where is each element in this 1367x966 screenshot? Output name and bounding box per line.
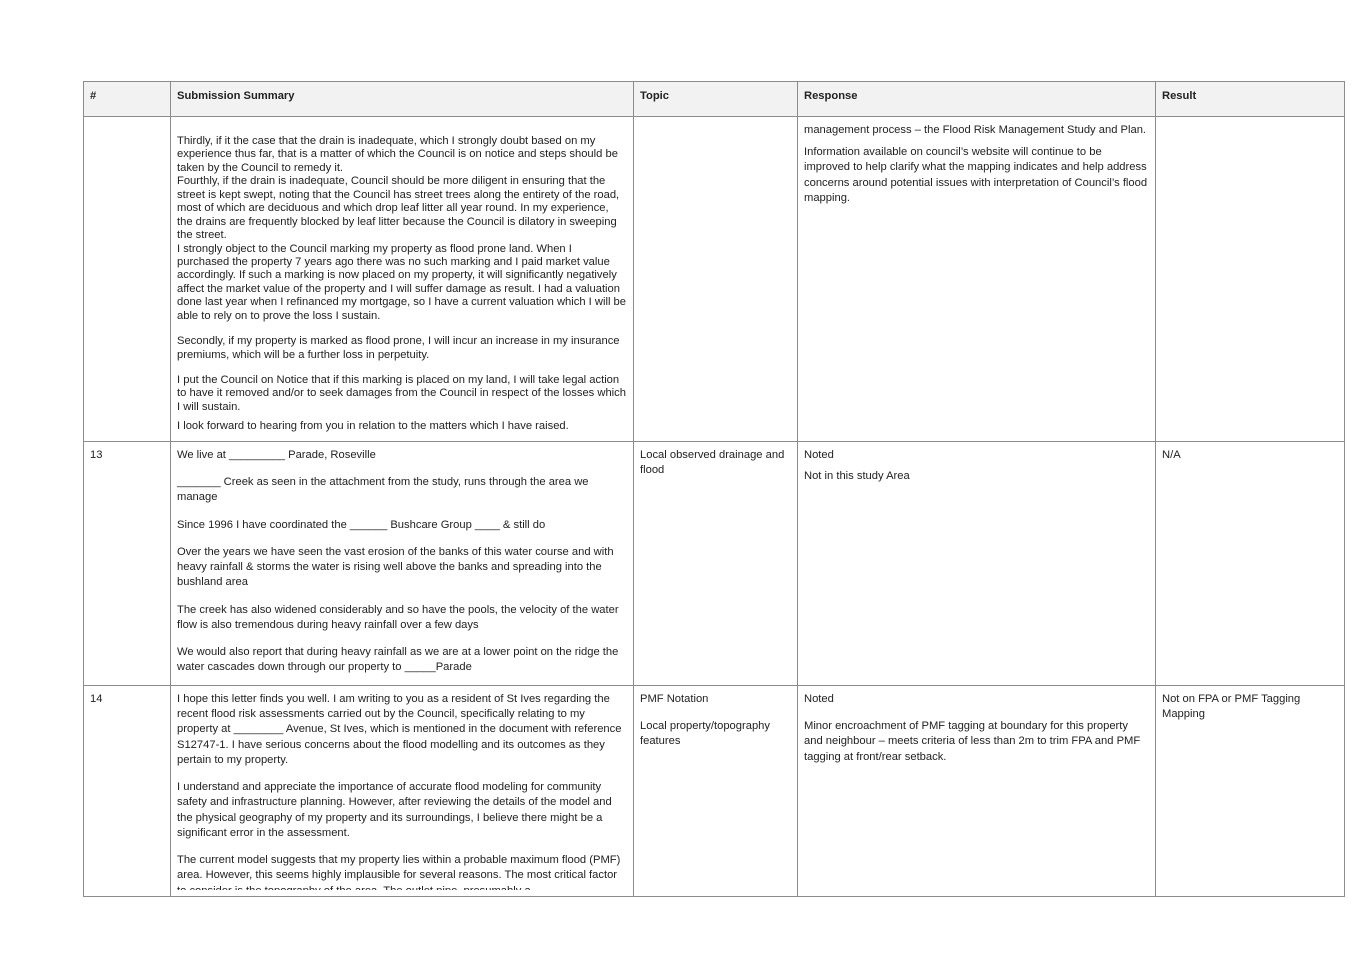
submission-summary-cell: We live at _________ Parade, Roseville _…	[170, 441, 634, 686]
table-row: Thirdly, if it the case that the drain i…	[83, 116, 1345, 442]
summary-paragraph: I understand and appreciate the importan…	[177, 781, 612, 839]
summary-paragraph: Fourthly, if the drain is inadequate, Co…	[177, 175, 620, 242]
summary-paragraph: Thirdly, if it the case that the drain i…	[177, 135, 618, 174]
summary-paragraph: We live at _________ Parade, Roseville	[177, 449, 376, 461]
result-cell	[1155, 116, 1345, 442]
summary-paragraph: Over the years we have seen the vast ero…	[177, 545, 614, 589]
row-number: 14	[83, 685, 171, 897]
response-paragraph: management process – the Flood Risk Mana…	[804, 124, 1147, 136]
row-number: 13	[83, 441, 171, 686]
response-paragraph: Noted	[804, 693, 834, 705]
result-cell: Not on FPA or PMF Tagging Mapping	[1155, 685, 1345, 897]
row-number	[83, 116, 171, 442]
summary-paragraph: Secondly, if my property is marked as fl…	[177, 335, 620, 361]
submission-summary-cell: Thirdly, if it the case that the drain i…	[170, 116, 634, 442]
header-response: Response	[797, 81, 1156, 117]
response-paragraph: Information available on council’s websi…	[804, 146, 1148, 204]
summary-paragraph: _______ Creek as seen in the attachment …	[177, 476, 589, 504]
topic-cell: Local observed drainage and flood	[633, 441, 798, 686]
table-header-row: # Submission Summary Topic Response Resu…	[83, 81, 1345, 117]
result-cell: N/A	[1155, 441, 1345, 686]
topic-text: PMF Notation	[640, 693, 709, 705]
topic-cell	[633, 116, 798, 442]
summary-paragraph: I put the Council on Notice that if this…	[177, 374, 626, 413]
table-row: 13 We live at _________ Parade, Rosevill…	[83, 441, 1345, 686]
summary-paragraph: The creek has also widened considerably …	[177, 603, 619, 631]
header-result: Result	[1155, 81, 1345, 117]
response-paragraph: Not in this study Area	[804, 470, 910, 483]
summary-paragraph: Since 1996 I have coordinated the ______…	[177, 518, 546, 531]
header-num: #	[83, 81, 171, 117]
summary-paragraph: The current model suggests that my prope…	[177, 854, 621, 890]
topic-cell: PMF Notation Local property/topography f…	[633, 685, 798, 897]
submissions-table: # Submission Summary Topic Response Resu…	[83, 81, 1345, 897]
summary-paragraph: We would also report that during heavy r…	[177, 646, 619, 674]
document-page: # Submission Summary Topic Response Resu…	[0, 0, 1367, 966]
summary-paragraph: I hope this letter finds you well. I am …	[177, 693, 622, 766]
response-paragraph: Minor encroachment of PMF tagging at bou…	[804, 720, 1141, 763]
topic-text: Local property/topography features	[640, 720, 770, 748]
table-row: 14 I hope this letter finds you well. I …	[83, 685, 1345, 897]
response-cell: management process – the Flood Risk Mana…	[797, 116, 1156, 442]
summary-paragraph: I strongly object to the Council marking…	[177, 242, 626, 322]
summary-paragraph: I look forward to hearing from you in re…	[177, 420, 569, 433]
response-paragraph: Noted	[804, 449, 834, 461]
response-cell: Noted Not in this study Area	[797, 441, 1156, 686]
response-cell: Noted Minor encroachment of PMF tagging …	[797, 685, 1156, 897]
header-summary: Submission Summary	[170, 81, 634, 117]
submission-summary-cell: I hope this letter finds you well. I am …	[170, 685, 634, 897]
header-topic: Topic	[633, 81, 798, 117]
topic-text: Local observed drainage and flood	[640, 449, 785, 477]
